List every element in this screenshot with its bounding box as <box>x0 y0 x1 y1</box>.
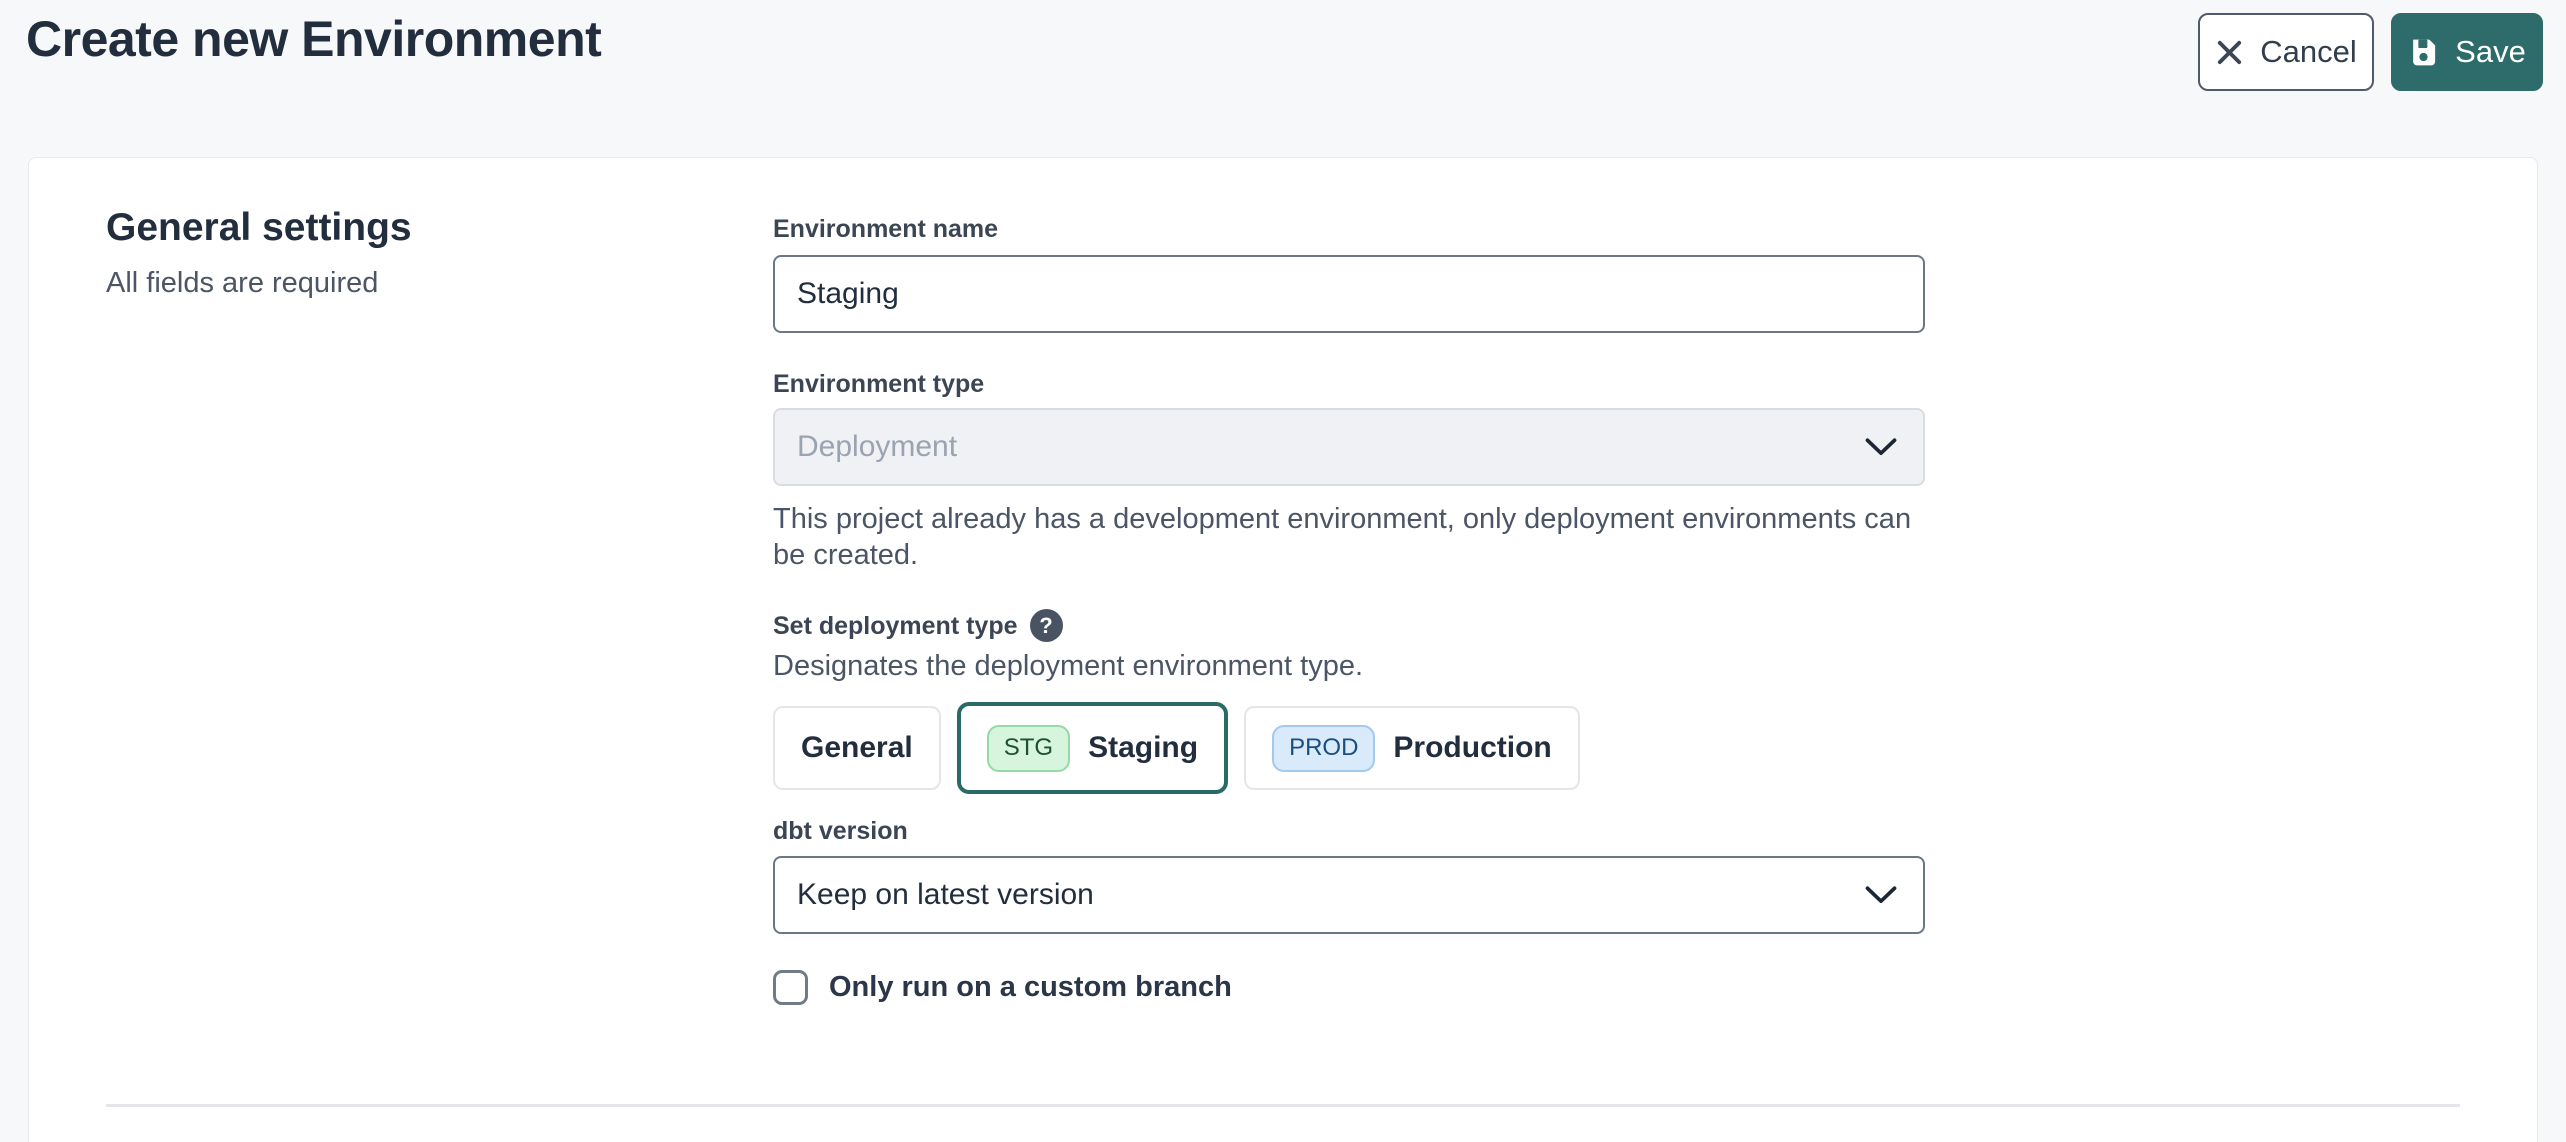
environment-name-label: Environment name <box>773 214 1925 244</box>
settings-form: Environment name Environment type Deploy… <box>773 204 1925 1005</box>
section-divider <box>106 1104 2460 1107</box>
section-intro: General settings All fields are required <box>106 204 773 1005</box>
environment-type-label: Environment type <box>773 369 1925 399</box>
production-badge: PROD <box>1272 725 1375 772</box>
deployment-type-options: General STG Staging PROD Production <box>773 702 1925 794</box>
environment-name-input[interactable] <box>773 255 1925 333</box>
header-actions: Cancel Save <box>2198 13 2543 91</box>
environment-type-select[interactable]: Deployment <box>773 408 1925 486</box>
dbt-version-select[interactable]: Keep on latest version <box>773 856 1925 934</box>
dbt-version-value: Keep on latest version <box>797 878 1094 912</box>
settings-card: General settings All fields are required… <box>28 157 2538 1142</box>
save-label: Save <box>2455 34 2526 70</box>
custom-branch-label[interactable]: Only run on a custom branch <box>829 971 1232 1004</box>
chevron-down-icon <box>1865 438 1897 457</box>
close-icon <box>2215 38 2244 67</box>
chevron-down-icon <box>1865 886 1897 905</box>
deployment-type-general-button[interactable]: General <box>773 706 941 790</box>
section-heading: General settings <box>106 204 773 252</box>
cancel-label: Cancel <box>2260 34 2357 70</box>
page-title: Create new Environment <box>26 10 601 68</box>
save-icon <box>2408 37 2439 68</box>
deployment-type-staging-button[interactable]: STG Staging <box>957 702 1228 794</box>
custom-branch-checkbox[interactable] <box>773 970 808 1005</box>
environment-type-value: Deployment <box>797 430 957 464</box>
deployment-type-staging-label: Staging <box>1088 731 1198 765</box>
deployment-type-label: Set deployment type <box>773 611 1018 641</box>
dbt-version-label: dbt version <box>773 816 1925 846</box>
section-subheading: All fields are required <box>106 265 773 301</box>
deployment-type-production-label: Production <box>1393 731 1551 765</box>
deployment-type-general-label: General <box>801 731 913 765</box>
help-icon[interactable]: ? <box>1030 609 1063 642</box>
deployment-type-production-button[interactable]: PROD Production <box>1244 706 1580 790</box>
environment-type-helper: This project already has a development e… <box>773 501 1925 573</box>
cancel-button[interactable]: Cancel <box>2198 13 2374 91</box>
page-header: Create new Environment Cancel Save <box>26 0 2543 110</box>
deployment-type-helper: Designates the deployment environment ty… <box>773 648 1925 684</box>
save-button[interactable]: Save <box>2391 13 2543 91</box>
custom-branch-row: Only run on a custom branch <box>773 970 1925 1005</box>
staging-badge: STG <box>987 725 1070 772</box>
